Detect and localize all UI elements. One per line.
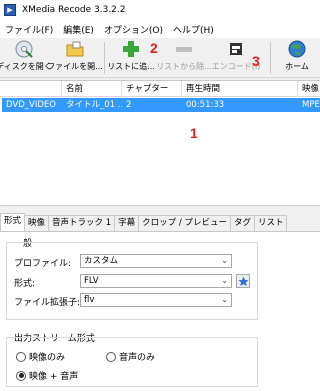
settings-tabs: 形式 映像 音声トラック 1 字幕 クロップ / プレビュー タグ リスト	[0, 213, 320, 232]
minus-icon	[174, 39, 194, 59]
column-video[interactable]: 映像	[298, 81, 320, 97]
open-file-button[interactable]: ファイルを開...	[47, 39, 103, 77]
encode-icon	[226, 39, 246, 59]
annotation-1: 1	[190, 125, 198, 141]
toolbar: ディスクを開く ファイルを開... リストに追... リストから除... エンコ…	[0, 38, 320, 78]
table-row[interactable]: DVD_VIDEO タイトル_01 ... 2 00:51:33 MPEG	[2, 98, 320, 112]
column-chapter[interactable]: チャプター	[122, 81, 182, 97]
radio-circle	[106, 351, 116, 362]
menu-bar: ファイル(F) 編集(E) オプション(O) ヘルプ(H)	[0, 20, 320, 38]
star-icon	[237, 275, 249, 286]
radio-audio-only-label: 音声のみ	[119, 353, 156, 363]
profile-value: カスタム	[84, 256, 119, 266]
chevron-down-icon: ⌄	[221, 276, 228, 285]
radio-audio-only[interactable]: 音声のみ	[106, 350, 155, 363]
column-duration[interactable]: 再生時間	[182, 81, 298, 97]
annotation-3: 3	[252, 53, 260, 69]
radio-video-only[interactable]: 映像のみ	[16, 350, 65, 363]
open-disc-button[interactable]: ディスクを開く	[0, 39, 52, 77]
app-icon: ▶	[4, 4, 16, 16]
cell-source: DVD_VIDEO	[6, 100, 56, 110]
home-button[interactable]: ホーム	[280, 39, 314, 77]
radio-circle-selected	[16, 370, 26, 381]
disc-icon	[14, 39, 34, 59]
annotation-2: 2	[150, 40, 158, 56]
globe-icon	[287, 39, 307, 59]
tab-list[interactable]: リスト	[253, 215, 288, 231]
extension-value: flv	[84, 295, 95, 305]
tab-video[interactable]: 映像	[24, 215, 50, 231]
chevron-down-icon: ⌄	[221, 256, 228, 265]
radio-video-only-label: 映像のみ	[29, 353, 66, 363]
format-panel: 一般 プロファイル: カスタム ⌄ 形式: FLV ⌄ ファイル拡張子: flv…	[0, 232, 320, 391]
menu-edit[interactable]: 編集(E)	[58, 23, 99, 36]
cell-duration: 00:51:33	[186, 100, 225, 110]
tab-tags[interactable]: タグ	[229, 215, 255, 231]
format-select[interactable]: FLV ⌄	[80, 274, 232, 288]
folder-icon	[65, 39, 85, 59]
tab-subtitles[interactable]: 字幕	[114, 215, 140, 231]
home-label: ホーム	[285, 62, 309, 71]
toolbar-separator	[270, 42, 271, 74]
column-source[interactable]	[0, 81, 62, 97]
tab-format[interactable]: 形式	[0, 213, 26, 231]
menu-options[interactable]: オプション(O)	[99, 23, 168, 36]
favorite-star-button[interactable]	[236, 274, 250, 288]
toolbar-separator	[104, 42, 105, 74]
format-value: FLV	[84, 276, 99, 286]
file-list[interactable]: 名前 チャプター 再生時間 映像 DVD_VIDEO タイトル_01 ... 2…	[0, 80, 320, 206]
menu-help[interactable]: ヘルプ(H)	[168, 23, 219, 36]
chevron-down-icon: ⌄	[221, 295, 228, 304]
format-label: 形式:	[14, 279, 36, 289]
cell-name: タイトル_01 ...	[66, 100, 122, 110]
remove-from-list-button[interactable]: リストから除...	[156, 39, 212, 77]
radio-video-audio[interactable]: 映像 + 音声	[16, 369, 78, 382]
remove-from-list-label: リストから除...	[156, 62, 212, 71]
plus-icon	[121, 39, 141, 59]
tab-audio-track-1[interactable]: 音声トラック 1	[48, 215, 116, 231]
open-disc-label: ディスクを開く	[0, 62, 52, 71]
window-title: XMedia Recode 3.3.2.2	[22, 5, 126, 15]
add-to-list-label: リストに追...	[107, 62, 155, 71]
extension-label: ファイル拡張子:	[14, 298, 81, 308]
profile-label: プロファイル:	[14, 259, 72, 269]
add-to-list-button[interactable]: リストに追...	[107, 39, 155, 77]
tab-crop-preview[interactable]: クロップ / プレビュー	[138, 215, 231, 231]
profile-select[interactable]: カスタム ⌄	[80, 254, 232, 268]
cell-chapter: 2	[126, 100, 132, 110]
extension-select[interactable]: flv ⌄	[80, 293, 232, 307]
open-file-label: ファイルを開...	[47, 62, 103, 71]
column-name[interactable]: 名前	[62, 81, 122, 97]
menu-file[interactable]: ファイル(F)	[0, 23, 58, 36]
radio-video-audio-label: 映像 + 音声	[29, 372, 79, 382]
file-list-header: 名前 チャプター 再生時間 映像	[0, 81, 320, 97]
cell-video: MPEG	[302, 100, 320, 110]
radio-circle	[16, 351, 26, 362]
title-bar: ▶ XMedia Recode 3.3.2.2	[0, 0, 320, 20]
